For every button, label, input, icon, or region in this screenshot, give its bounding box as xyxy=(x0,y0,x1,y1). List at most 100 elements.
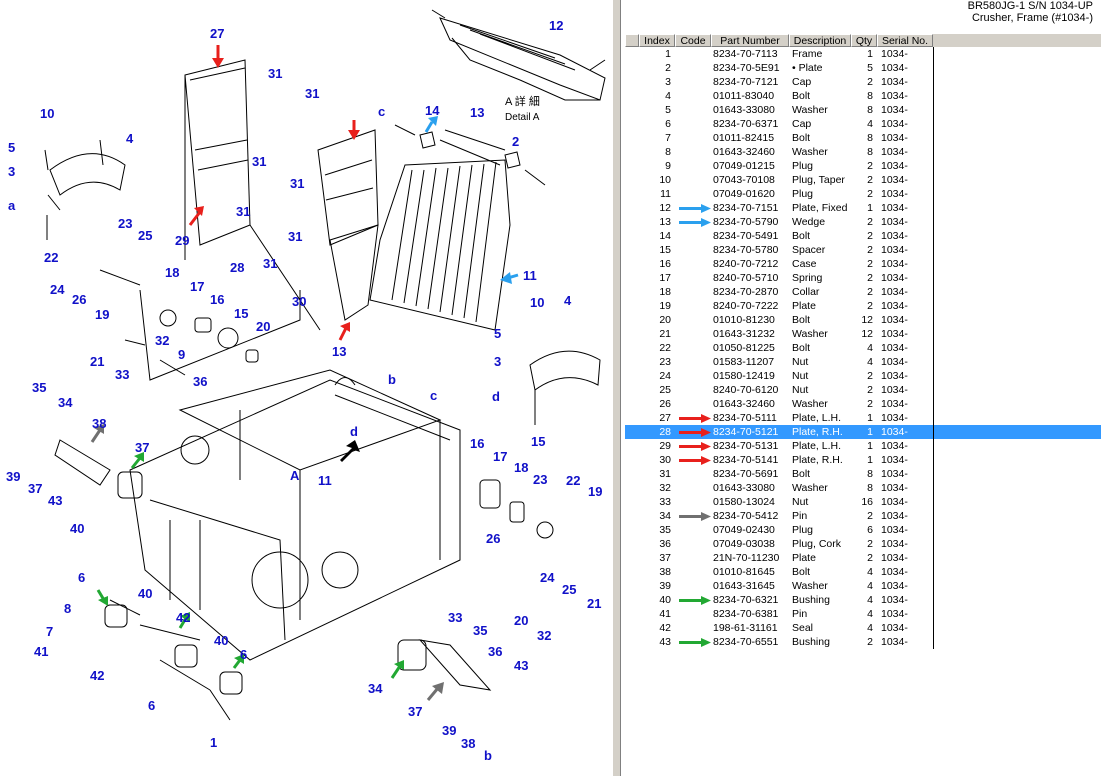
callout-number[interactable]: 31 xyxy=(268,66,282,81)
callout-number[interactable]: 31 xyxy=(263,256,277,271)
callout-number[interactable]: 33 xyxy=(448,610,462,625)
callout-number[interactable]: 31 xyxy=(236,204,250,219)
header-part-number[interactable]: Part Number xyxy=(711,34,789,47)
table-row[interactable]: 24 01580-12419 Nut 2 1034- xyxy=(625,369,1101,383)
header-qty[interactable]: Qty xyxy=(851,34,877,47)
callout-number[interactable]: d xyxy=(492,389,500,404)
callout-number[interactable]: b xyxy=(388,372,396,387)
table-row[interactable]: 34 8234-70-5412 Pin 2 1034- xyxy=(625,509,1101,523)
callout-number[interactable]: 22 xyxy=(44,250,58,265)
table-row[interactable]: 16 8240-70-7212 Case 2 1034- xyxy=(625,257,1101,271)
table-row[interactable]: 30 8234-70-5141 Plate, R.H. 1 1034- xyxy=(625,453,1101,467)
table-row[interactable]: 40 8234-70-6321 Bushing 4 1034- xyxy=(625,593,1101,607)
callout-number[interactable]: 4 xyxy=(564,293,572,308)
callout-number[interactable]: 17 xyxy=(190,279,204,294)
table-row[interactable]: 3 8234-70-7121 Cap 2 1034- xyxy=(625,75,1101,89)
table-row[interactable]: 2 8234-70-5E91 • Plate 5 1034- xyxy=(625,61,1101,75)
callout-number[interactable]: 3 xyxy=(494,354,501,369)
callout-number[interactable]: 15 xyxy=(234,306,248,321)
callout-number[interactable]: 26 xyxy=(486,531,500,546)
callout-number[interactable]: 24 xyxy=(540,570,555,585)
callout-number[interactable]: 42 xyxy=(176,610,190,625)
callout-number[interactable]: 11 xyxy=(318,473,332,488)
table-row[interactable]: 11 07049-01620 Plug 2 1034- xyxy=(625,187,1101,201)
exploded-parts-diagram[interactable]: A 詳 細 Detail A 27 31 31 31 29 31 28 31 31 31 30 13 1… xyxy=(0,0,612,776)
table-row[interactable]: 13 8234-70-5790 Wedge 2 1034- xyxy=(625,215,1101,229)
callout-number[interactable]: 13 xyxy=(470,105,484,120)
table-row[interactable]: 26 01643-32460 Washer 2 1034- xyxy=(625,397,1101,411)
callout-number[interactable]: 25 xyxy=(562,582,576,597)
header-code[interactable]: Code xyxy=(675,34,711,47)
callout-number[interactable]: 38 xyxy=(461,736,475,751)
table-row[interactable]: 41 8234-70-6381 Pin 4 1034- xyxy=(625,607,1101,621)
table-row[interactable]: 12 8234-70-7151 Plate, Fixed 1 1034- xyxy=(625,201,1101,215)
callout-number[interactable]: 36 xyxy=(488,644,502,659)
callout-number[interactable]: 17 xyxy=(493,449,507,464)
callout-number[interactable]: 16 xyxy=(470,436,484,451)
callout-number[interactable]: 8 xyxy=(64,601,71,616)
callout-number[interactable]: 9 xyxy=(178,347,185,362)
callout-number[interactable]: 18 xyxy=(165,265,179,280)
callout-number[interactable]: 32 xyxy=(537,628,551,643)
table-row[interactable]: 36 07049-03038 Plug, Cork 2 1034- xyxy=(625,537,1101,551)
table-row[interactable]: 15 8234-70-5780 Spacer 2 1034- xyxy=(625,243,1101,257)
callout-number[interactable]: c xyxy=(430,388,437,403)
callout-number[interactable]: 28 xyxy=(230,260,244,275)
table-row[interactable]: 29 8234-70-5131 Plate, L.H. 1 1034- xyxy=(625,439,1101,453)
table-row[interactable]: 42 198-61-31161 Seal 4 1034- xyxy=(625,621,1101,635)
callout-number[interactable]: 14 xyxy=(425,103,440,118)
table-row[interactable]: 28 8234-70-5121 Plate, R.H. 1 1034- xyxy=(625,425,1101,439)
callout-number[interactable]: 31 xyxy=(290,176,304,191)
callout-number[interactable]: 6 xyxy=(240,647,247,662)
table-row[interactable]: 5 01643-33080 Washer 8 1034- xyxy=(625,103,1101,117)
table-row[interactable]: 35 07049-02430 Plug 6 1034- xyxy=(625,523,1101,537)
callout-number[interactable]: 32 xyxy=(155,333,169,348)
table-row[interactable]: 9 07049-01215 Plug 2 1034- xyxy=(625,159,1101,173)
callout-number[interactable]: 38 xyxy=(92,416,106,431)
callout-number[interactable]: 34 xyxy=(58,395,73,410)
callout-number[interactable]: 16 xyxy=(210,292,224,307)
callout-number[interactable]: 13 xyxy=(332,344,346,359)
callout-number[interactable]: c xyxy=(378,104,385,119)
callout-number[interactable]: b xyxy=(484,748,492,763)
table-row[interactable]: 4 01011-83040 Bolt 8 1034- xyxy=(625,89,1101,103)
callout-number[interactable]: 23 xyxy=(118,216,132,231)
header-index[interactable]: Index xyxy=(639,34,675,47)
header-serial[interactable]: Serial No. xyxy=(877,34,933,47)
callout-number[interactable]: 34 xyxy=(368,681,383,696)
callout-number[interactable]: A xyxy=(290,468,300,483)
callout-number[interactable]: 20 xyxy=(514,613,528,628)
callout-number[interactable]: 29 xyxy=(175,233,189,248)
table-row[interactable]: 43 8234-70-6551 Bushing 2 1034- xyxy=(625,635,1101,649)
table-row[interactable]: 22 01050-81225 Bolt 4 1034- xyxy=(625,341,1101,355)
callout-number[interactable]: a xyxy=(8,198,16,213)
table-row[interactable]: 21 01643-31232 Washer 12 1034- xyxy=(625,327,1101,341)
callout-number[interactable]: 40 xyxy=(214,633,228,648)
callout-number[interactable]: 12 xyxy=(549,18,563,33)
callout-number[interactable]: 39 xyxy=(442,723,456,738)
callout-number[interactable]: 7 xyxy=(46,624,53,639)
callout-number[interactable]: 27 xyxy=(210,26,224,41)
table-row[interactable]: 33 01580-13024 Nut 16 1034- xyxy=(625,495,1101,509)
table-row[interactable]: 20 01010-81230 Bolt 12 1034- xyxy=(625,313,1101,327)
table-row[interactable]: 10 07043-70108 Plug, Taper 2 1034- xyxy=(625,173,1101,187)
table-row[interactable]: 19 8240-70-7222 Plate 2 1034- xyxy=(625,299,1101,313)
callout-number[interactable]: 10 xyxy=(40,106,54,121)
callout-number[interactable]: 41 xyxy=(34,644,48,659)
callout-number[interactable]: 3 xyxy=(8,164,15,179)
callout-number[interactable]: 10 xyxy=(530,295,544,310)
callout-number[interactable]: 1 xyxy=(210,735,217,750)
callout-number[interactable]: 15 xyxy=(531,434,545,449)
callout-number[interactable]: 20 xyxy=(256,319,270,334)
callout-number[interactable]: 19 xyxy=(588,484,602,499)
callout-number[interactable]: 35 xyxy=(32,380,46,395)
callout-number[interactable]: 26 xyxy=(72,292,86,307)
callout-number[interactable]: d xyxy=(350,424,358,439)
panel-splitter[interactable] xyxy=(612,0,621,776)
callout-number[interactable]: 24 xyxy=(50,282,65,297)
table-row[interactable]: 39 01643-31645 Washer 4 1034- xyxy=(625,579,1101,593)
callout-number[interactable]: 37 xyxy=(408,704,422,719)
table-row[interactable]: 7 01011-82415 Bolt 8 1034- xyxy=(625,131,1101,145)
callout-number[interactable]: 30 xyxy=(292,294,306,309)
callout-number[interactable]: 40 xyxy=(70,521,84,536)
